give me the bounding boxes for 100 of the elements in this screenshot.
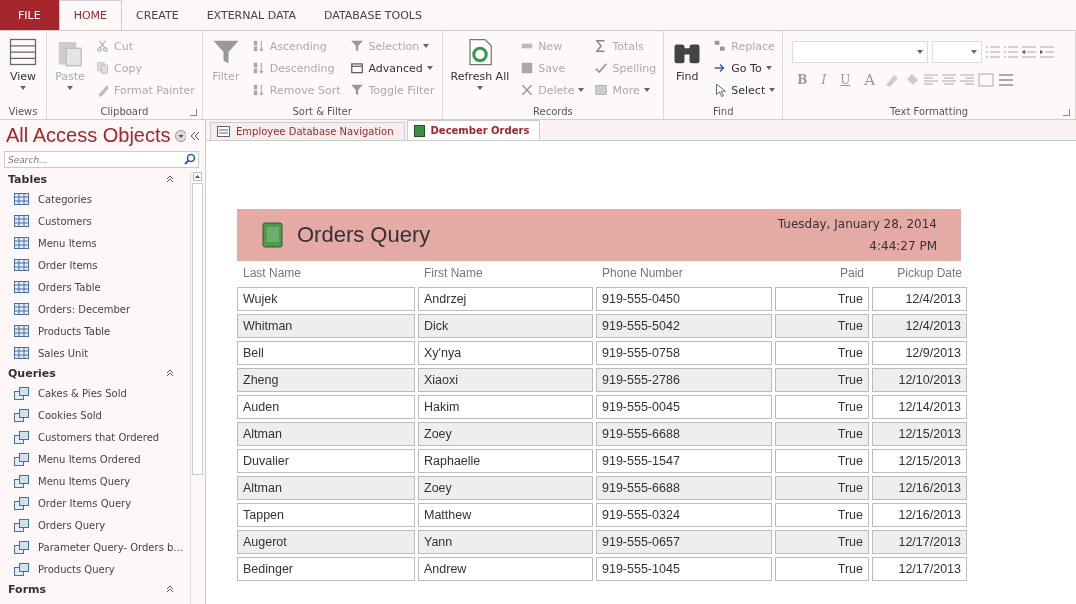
query-icon xyxy=(14,474,29,488)
query-icon xyxy=(14,496,29,510)
column-header: Paid xyxy=(838,265,865,282)
ribbon-tab[interactable]: HOME xyxy=(58,0,123,30)
nav-item[interactable]: Parameter Query- Orders b... xyxy=(0,536,190,558)
cut-icon xyxy=(96,39,110,53)
bullets-icon[interactable] xyxy=(986,46,1001,58)
font-name-field[interactable] xyxy=(792,41,929,63)
ribbon-button[interactable]: Refresh All xyxy=(447,33,513,103)
ribbon-button[interactable]: View xyxy=(5,33,41,103)
numbering-icon[interactable] xyxy=(1004,46,1019,58)
table-cell: 919-555-1547 xyxy=(596,449,772,473)
query-icon xyxy=(14,408,29,422)
table-cell: 919-555-0758 xyxy=(596,341,772,365)
table-cell: Zheng xyxy=(237,368,415,392)
table-cell: 12/9/2013 xyxy=(872,341,967,365)
table-cell: Tappen xyxy=(237,503,415,527)
table-cell: Auden xyxy=(237,395,415,419)
ribbon-tab[interactable]: FILE xyxy=(0,0,59,30)
launcher-icon[interactable] xyxy=(1063,109,1070,116)
query-icon xyxy=(14,540,29,554)
ribbon-tab[interactable]: CREATE xyxy=(122,0,193,30)
group-label: Views xyxy=(8,105,38,117)
table-cell: 919-555-0450 xyxy=(596,287,772,311)
outdent-icon[interactable] xyxy=(1040,46,1055,58)
row-color-icon[interactable] xyxy=(998,73,1015,87)
table-cell: 919-555-5042 xyxy=(596,314,772,338)
nav-item[interactable]: Menu Items xyxy=(0,232,190,254)
table-cell: Yann xyxy=(418,530,593,554)
nav-item[interactable]: Customers xyxy=(0,210,190,232)
group-label: Clipboard xyxy=(100,105,149,117)
table-cell: True xyxy=(775,341,869,365)
search-icon xyxy=(184,153,196,165)
nav-item[interactable]: Customers that Ordered xyxy=(0,426,190,448)
form-icon xyxy=(217,126,230,137)
table-cell: 12/17/2013 xyxy=(872,530,967,554)
nav-item[interactable]: Cakes & Pies Sold xyxy=(0,382,190,404)
table-cell: 919-555-0045 xyxy=(596,395,772,419)
document-tab[interactable]: December Orders xyxy=(406,120,541,140)
group-header[interactable]: Queries xyxy=(0,364,190,382)
delete-icon xyxy=(520,83,535,97)
query-icon xyxy=(14,562,29,576)
table-cell: 12/16/2013 xyxy=(872,503,967,527)
table-icon xyxy=(14,237,29,249)
nav-item[interactable]: Cookies Sold xyxy=(0,404,190,426)
align-left-icon[interactable] xyxy=(924,74,939,86)
ribbon-button[interactable]: Go To xyxy=(711,60,778,76)
nav-item[interactable]: Menu Items Ordered xyxy=(0,448,190,470)
align-center-icon[interactable] xyxy=(942,74,957,86)
caret-icon xyxy=(971,50,978,54)
ribbon-button[interactable]: Select xyxy=(711,82,778,98)
nav-item[interactable]: Orders Table xyxy=(0,276,190,298)
scroll-up-icon[interactable] xyxy=(192,172,202,181)
caret-icon xyxy=(578,88,585,92)
scrollbar-thumb[interactable] xyxy=(191,183,203,475)
report-title: Orders Query xyxy=(297,222,431,248)
font-size-field[interactable] xyxy=(932,41,983,63)
report-date: Tuesday, January 28, 2014 xyxy=(777,217,937,231)
copy-icon xyxy=(96,61,110,75)
ribbon-tab[interactable]: DATABASE TOOLS xyxy=(310,0,436,30)
document-tab[interactable]: Employee Database Navigation xyxy=(210,122,405,140)
nav-item[interactable]: Orders Query xyxy=(0,514,190,536)
nav-item[interactable]: Sales Unit xyxy=(0,342,190,364)
nav-item[interactable]: Products Query xyxy=(0,558,190,580)
table-cell: True xyxy=(775,395,869,419)
indent-icon[interactable] xyxy=(1022,46,1037,58)
filter-icon xyxy=(350,39,365,53)
collapse-icon[interactable] xyxy=(189,130,199,141)
nav-item[interactable]: Menu Items Query xyxy=(0,470,190,492)
column-header: Phone Number xyxy=(601,265,684,282)
caret-icon xyxy=(426,66,433,70)
dropdown-icon[interactable] xyxy=(174,129,186,142)
sort-icon xyxy=(251,61,266,75)
group-label: Text Formatting xyxy=(890,105,969,117)
table-icon xyxy=(14,193,29,205)
gridlines-icon[interactable] xyxy=(978,73,995,87)
nav-item[interactable]: Order Items Query xyxy=(0,492,190,514)
column-header: Pickup Date xyxy=(896,265,963,282)
pointer-icon xyxy=(713,83,728,97)
caret-icon xyxy=(765,66,772,70)
group-label: Sort & Filter xyxy=(292,105,352,117)
nav-item[interactable]: Orders: December xyxy=(0,298,190,320)
table-cell: 919-555-0657 xyxy=(596,530,772,554)
nav-item[interactable]: Categories xyxy=(0,188,190,210)
table-cell: 12/15/2013 xyxy=(872,449,967,473)
caret-icon xyxy=(423,44,430,48)
search-field[interactable]: Search... xyxy=(4,151,199,168)
group-header[interactable]: Forms xyxy=(0,580,190,598)
nav-item[interactable]: Order Items xyxy=(0,254,190,276)
table-icon xyxy=(14,259,29,271)
group-header[interactable]: Tables xyxy=(0,170,190,188)
view-icon xyxy=(8,37,38,67)
align-right-icon[interactable] xyxy=(960,74,975,86)
ribbon-button[interactable]: Advanced xyxy=(348,60,437,76)
launcher-icon[interactable] xyxy=(189,109,197,116)
query-icon xyxy=(14,518,29,532)
check-icon xyxy=(594,61,609,75)
ribbon-button[interactable]: Find xyxy=(669,33,706,103)
nav-item[interactable]: Products Table xyxy=(0,320,190,342)
ribbon-tab[interactable]: EXTERNAL DATA xyxy=(192,0,310,30)
